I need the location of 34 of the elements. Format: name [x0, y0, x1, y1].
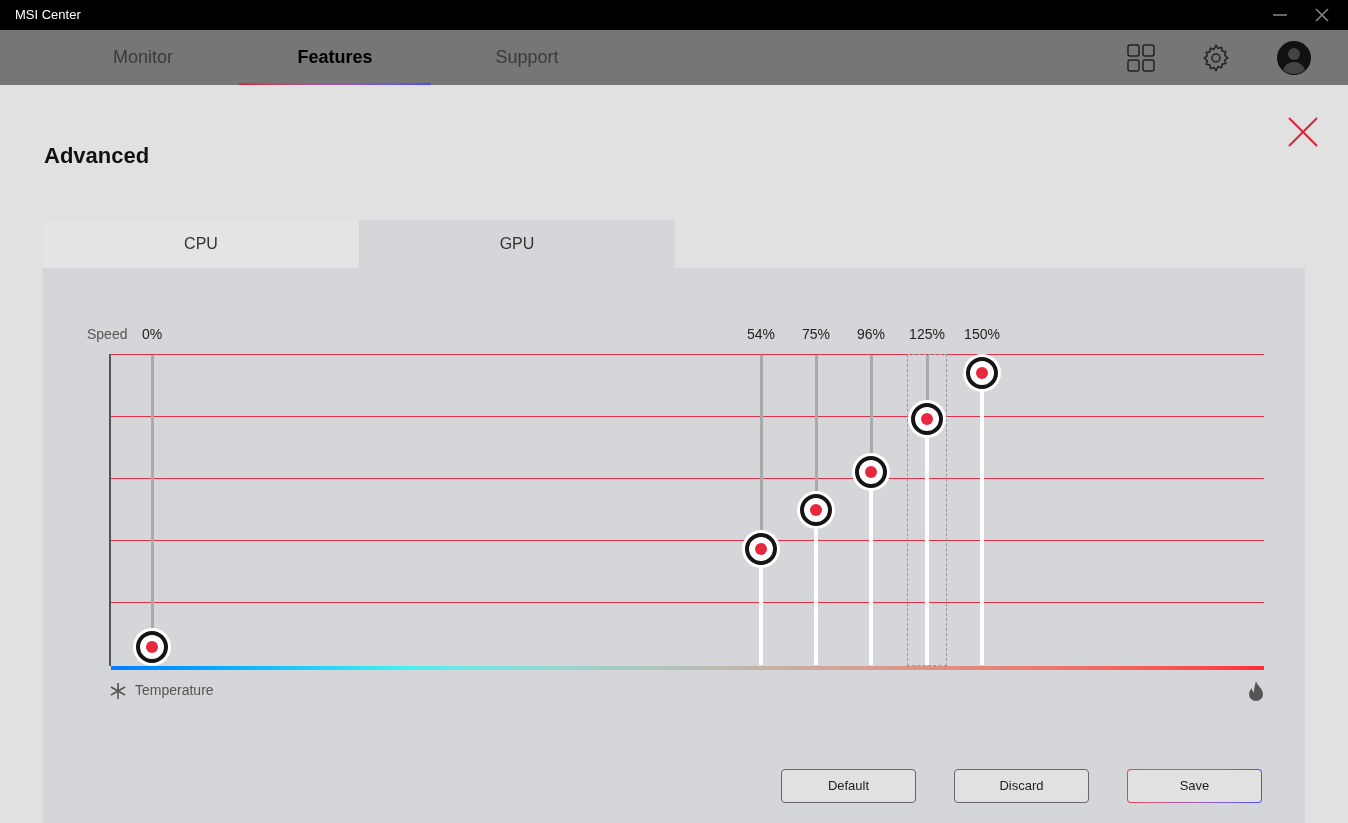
action-button[interactable]: Discard — [954, 769, 1089, 803]
close-icon[interactable] — [1288, 117, 1318, 147]
slider-thumb[interactable] — [963, 354, 1001, 393]
nav-tab[interactable]: Features — [239, 30, 431, 85]
slider-track[interactable] — [907, 354, 947, 666]
slider-track[interactable] — [796, 354, 836, 666]
avatar-icon[interactable] — [1277, 40, 1311, 75]
speed-label: 150% — [964, 325, 1000, 344]
axis-label: Speed — [87, 325, 128, 344]
slider-thumb[interactable] — [797, 491, 835, 530]
slider-thumb[interactable] — [133, 628, 171, 667]
speed-label: 96% — [857, 325, 885, 344]
slider-track[interactable] — [132, 354, 172, 666]
slider-track[interactable] — [962, 354, 1002, 666]
sub-tab[interactable]: GPU — [359, 220, 675, 268]
speed-label: 0% — [141, 325, 163, 344]
speed-label: 125% — [909, 325, 945, 344]
slider-thumb[interactable] — [742, 530, 780, 569]
slider-track[interactable] — [851, 354, 891, 666]
slider-track[interactable] — [741, 354, 781, 666]
window-title: MSI Center — [15, 6, 81, 25]
action-button[interactable]: Default — [781, 769, 916, 803]
flame-icon — [1248, 680, 1264, 701]
slider-thumb[interactable] — [852, 453, 890, 491]
slider-thumb[interactable] — [908, 399, 946, 438]
snowflake-icon — [109, 681, 127, 700]
speed-label: 75% — [802, 325, 830, 344]
page-title: Advanced — [44, 142, 150, 170]
save-button[interactable]: Save — [1127, 769, 1262, 803]
axis-label: Temperature — [135, 681, 214, 700]
close-icon[interactable] — [1315, 8, 1329, 22]
grid-icon[interactable] — [1127, 43, 1155, 72]
speed-label: 54% — [747, 325, 775, 344]
settings-icon[interactable] — [1201, 42, 1231, 73]
